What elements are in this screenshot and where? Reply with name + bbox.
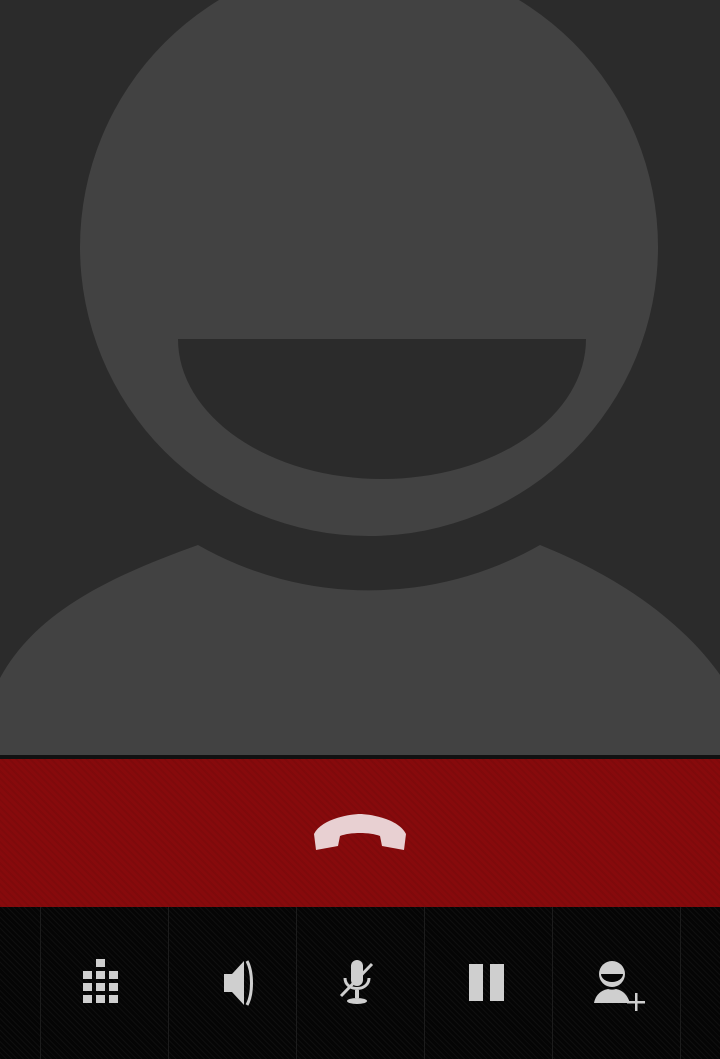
add-call-button[interactable]	[553, 907, 680, 1059]
pause-icon	[468, 964, 504, 1001]
dialpad-button[interactable]	[41, 907, 168, 1059]
hold-button[interactable]	[425, 907, 552, 1059]
add-person-icon	[593, 961, 645, 1011]
call-controls-bar	[0, 907, 720, 1059]
contact-photo	[0, 0, 720, 755]
speaker-button[interactable]	[169, 907, 296, 1059]
phone-hangup-icon	[314, 814, 406, 850]
mic-mute-icon	[339, 960, 373, 1004]
default-contact-avatar-icon	[0, 0, 720, 755]
in-call-screen	[0, 0, 720, 1059]
mute-button[interactable]	[297, 907, 424, 1059]
speaker-icon	[223, 960, 253, 1006]
control-separator	[680, 907, 681, 1059]
dialpad-icon	[82, 959, 118, 1003]
